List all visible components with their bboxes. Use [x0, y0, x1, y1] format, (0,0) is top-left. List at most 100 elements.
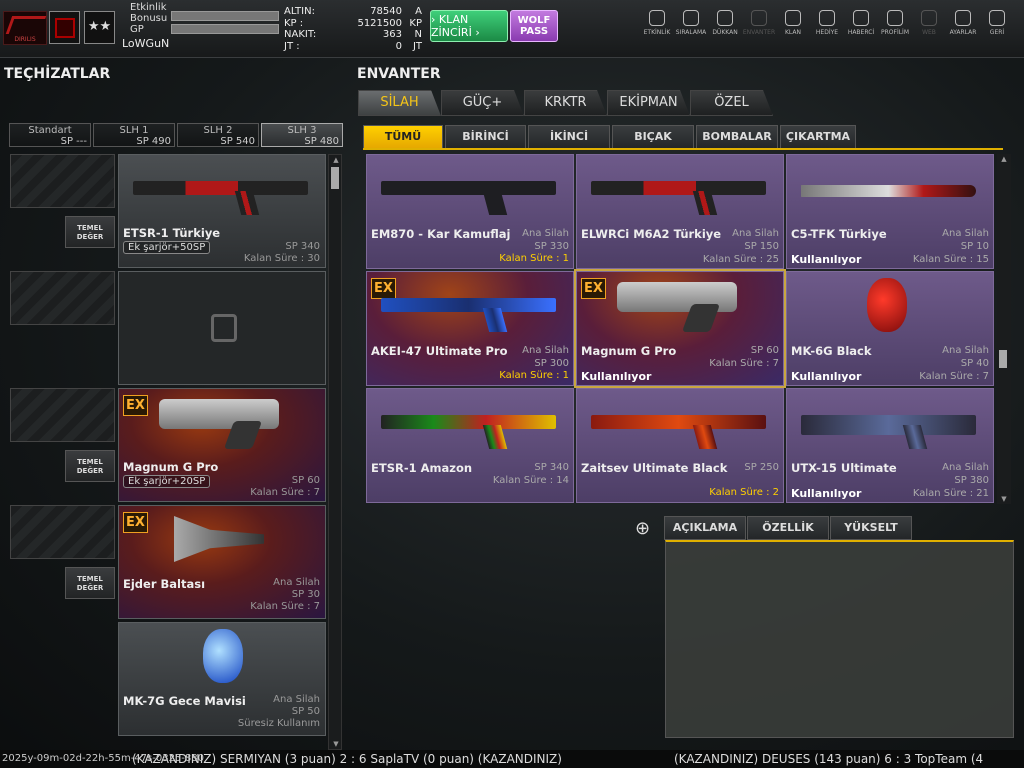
- tab-special[interactable]: ÖZEL: [690, 90, 773, 116]
- revolver-image: [617, 282, 737, 312]
- nav-messenger[interactable]: HABERCİ: [844, 10, 878, 36]
- filter-secondary[interactable]: İKİNCİ: [528, 125, 610, 149]
- klan-chain-button[interactable]: › KLAN ZİNCİRİ ›: [430, 10, 508, 42]
- nav-inventory[interactable]: ENVANTER: [742, 10, 776, 36]
- nav-profile[interactable]: PROFİLİM: [878, 10, 912, 36]
- tab-upgrade[interactable]: YÜKSELT: [830, 516, 912, 540]
- rank-logo: DIRILIS: [3, 11, 47, 45]
- megaphone-icon: [853, 10, 869, 26]
- nav-event[interactable]: ETKİNLİK: [640, 10, 674, 36]
- loadout-selector: Standart SP --- SLH 1 SP 490 SLH 2 SP 540 S…: [9, 123, 345, 147]
- empty-slot[interactable]: [10, 154, 115, 208]
- grenade-image: [203, 629, 243, 683]
- player-labels: Etkinlik Bonusu GP: [130, 3, 167, 36]
- ex-badge: EX: [371, 278, 396, 299]
- nav-ranking[interactable]: SIRALAMA: [674, 10, 708, 36]
- filter-primary[interactable]: BİRİNCİ: [445, 125, 526, 149]
- nav-gift[interactable]: HEDİYE: [810, 10, 844, 36]
- filter-all[interactable]: TÜMÜ: [363, 125, 443, 149]
- equipment-scrollbar[interactable]: ▲ ▼: [328, 154, 342, 750]
- knife-image: [801, 185, 976, 197]
- inventory-icon: [751, 10, 767, 26]
- inventory-item-selected[interactable]: EX Magnum G Pro SP 60 Kalan Süre : 7 Kull…: [574, 269, 786, 388]
- medal-icon: [683, 10, 699, 26]
- nav-back[interactable]: GERİ: [980, 10, 1014, 36]
- rifle-image: [591, 181, 766, 195]
- equip-row-secondary: TEMEL DEĞER EX Magnum G Pro Ek şarjör+20…: [10, 388, 328, 502]
- sniper-image: [591, 415, 766, 429]
- category-tabs: SİLAH GÜÇ+ KRKTR EKİPMAN ÖZEL: [358, 90, 773, 116]
- inventory-item[interactable]: EM870 - Kar Kamuflaj Ana Silah SP 330 Kal…: [366, 154, 574, 269]
- scroll-down-arrow[interactable]: ▼: [999, 495, 1009, 503]
- tab-equipment[interactable]: EKİPMAN: [607, 90, 690, 116]
- clock-icon: [649, 10, 665, 26]
- tab-character[interactable]: KRKTR: [524, 90, 607, 116]
- filter-stickers[interactable]: ÇIKARTMA: [780, 125, 856, 149]
- inventory-item[interactable]: ETSR-1 Amazon SP 340 Kalan Süre : 14: [366, 388, 574, 503]
- main-nav: ETKİNLİK SIRALAMA DÜKKAN ENVANTER KLAN H…: [640, 10, 1014, 36]
- locked-slot: [118, 271, 326, 385]
- zoom-icon[interactable]: ⊕: [635, 518, 657, 540]
- inventory-item[interactable]: MK-6G Black Ana Silah SP 40 Kalan Süre : 7…: [786, 271, 994, 386]
- tab-weapon[interactable]: SİLAH: [358, 90, 441, 116]
- scroll-down-arrow[interactable]: ▼: [331, 740, 341, 748]
- nav-settings[interactable]: AYARLAR: [946, 10, 980, 36]
- rifle-image: [133, 181, 308, 195]
- axe-image: [174, 516, 264, 562]
- nav-web[interactable]: WEB: [912, 10, 946, 36]
- base-value-button[interactable]: TEMEL DEĞER: [65, 216, 115, 248]
- gear-icon: [955, 10, 971, 26]
- lock-icon: [211, 314, 237, 342]
- clan-emblem[interactable]: [49, 11, 80, 44]
- equipped-primary-card[interactable]: ETSR-1 Türkiye Ek şarjör+50SP SP 340 Kala…: [118, 154, 326, 268]
- gift-icon: [819, 10, 835, 26]
- nav-clan[interactable]: KLAN: [776, 10, 810, 36]
- filter-tabs: TÜMÜ BİRİNCİ İKİNCİ BIÇAK BOMBALAR ÇIKAR…: [363, 125, 858, 149]
- equipped-grenade-card[interactable]: MK-7G Gece Mavisi Ana Silah SP 50 Süresiz …: [118, 622, 326, 736]
- top-bar: DIRILIS ★★ Etkinlik Bonusu GP LoWGuN ALT…: [0, 0, 1024, 58]
- tab-description[interactable]: AÇIKLAMA: [664, 516, 746, 540]
- tab-properties[interactable]: ÖZELLİK: [747, 516, 829, 540]
- filter-knife[interactable]: BIÇAK: [612, 125, 694, 149]
- loadout-slh3[interactable]: SLH 3 SP 480: [261, 123, 343, 147]
- nav-shop[interactable]: DÜKKAN: [708, 10, 742, 36]
- scroll-up-arrow[interactable]: ▲: [999, 155, 1009, 163]
- scroll-up-arrow[interactable]: ▲: [331, 156, 341, 164]
- rifle-image: [381, 298, 556, 312]
- inventory-item[interactable]: C5-TFK Türkiye Ana Silah SP 10 Kalan Süre …: [786, 154, 994, 269]
- inventory-item[interactable]: ELWRCi M6A2 Türkiye Ana Silah SP 150 Kalan…: [576, 154, 784, 269]
- equipment-title: TEÇHİZATLAR: [4, 66, 111, 82]
- player-name: LoWGuN: [122, 37, 170, 50]
- event-bonus-bar: [171, 11, 279, 21]
- shield-icon: [785, 10, 801, 26]
- tab-power[interactable]: GÜÇ+: [441, 90, 524, 116]
- inventory-scrollbar[interactable]: ▲ ▼: [997, 154, 1011, 504]
- base-value-button[interactable]: TEMEL DEĞER: [65, 450, 115, 482]
- equip-row-melee: TEMEL DEĞER EX Ejder Baltası Ana Silah SP…: [10, 505, 328, 619]
- scroll-thumb[interactable]: [331, 167, 339, 189]
- empty-slot[interactable]: [10, 505, 115, 559]
- base-value-button[interactable]: TEMEL DEĞER: [65, 567, 115, 599]
- loadout-slh1[interactable]: SLH 1 SP 490: [93, 123, 175, 147]
- scroll-thumb[interactable]: [999, 350, 1007, 368]
- equip-row-locked: [10, 271, 328, 385]
- gp-label: GP: [130, 24, 144, 35]
- detail-pane: [665, 540, 1014, 738]
- ex-badge: EX: [581, 278, 606, 299]
- detail-tabs: AÇIKLAMA ÖZELLİK YÜKSELT: [664, 516, 913, 540]
- inventory-item[interactable]: Zaitsev Ultimate Black SP 250 Kalan Süre…: [576, 388, 784, 503]
- empty-slot[interactable]: [10, 271, 115, 325]
- loadout-slh2[interactable]: SLH 2 SP 540: [177, 123, 259, 147]
- inventory-item[interactable]: EX AKEI-47 Ultimate Pro Ana Silah SP 300 …: [366, 271, 574, 386]
- loadout-standart[interactable]: Standart SP ---: [9, 123, 91, 147]
- rifle-image: [801, 415, 976, 435]
- filter-grenades[interactable]: BOMBALAR: [696, 125, 778, 149]
- timestamp: 2025y-09m-02d-22h-55m-47s-0325-880: [2, 753, 204, 764]
- empty-slot[interactable]: [10, 388, 115, 442]
- wolf-pass-button[interactable]: WOLF PASS: [510, 10, 558, 42]
- equipped-secondary-card[interactable]: EX Magnum G Pro Ek şarjör+20SP SP 60 Kala…: [118, 388, 326, 502]
- equipped-melee-card[interactable]: EX Ejder Baltası Ana Silah SP 30 Kalan Sür…: [118, 505, 326, 619]
- rank-emblem: ★★: [84, 11, 115, 44]
- inventory-item[interactable]: UTX-15 Ultimate Ana Silah SP 380 Kalan Sür…: [786, 388, 994, 503]
- inventory-panel: SİLAH GÜÇ+ KRKTR EKİPMAN ÖZEL TÜMÜ BİRİN…: [357, 62, 1019, 752]
